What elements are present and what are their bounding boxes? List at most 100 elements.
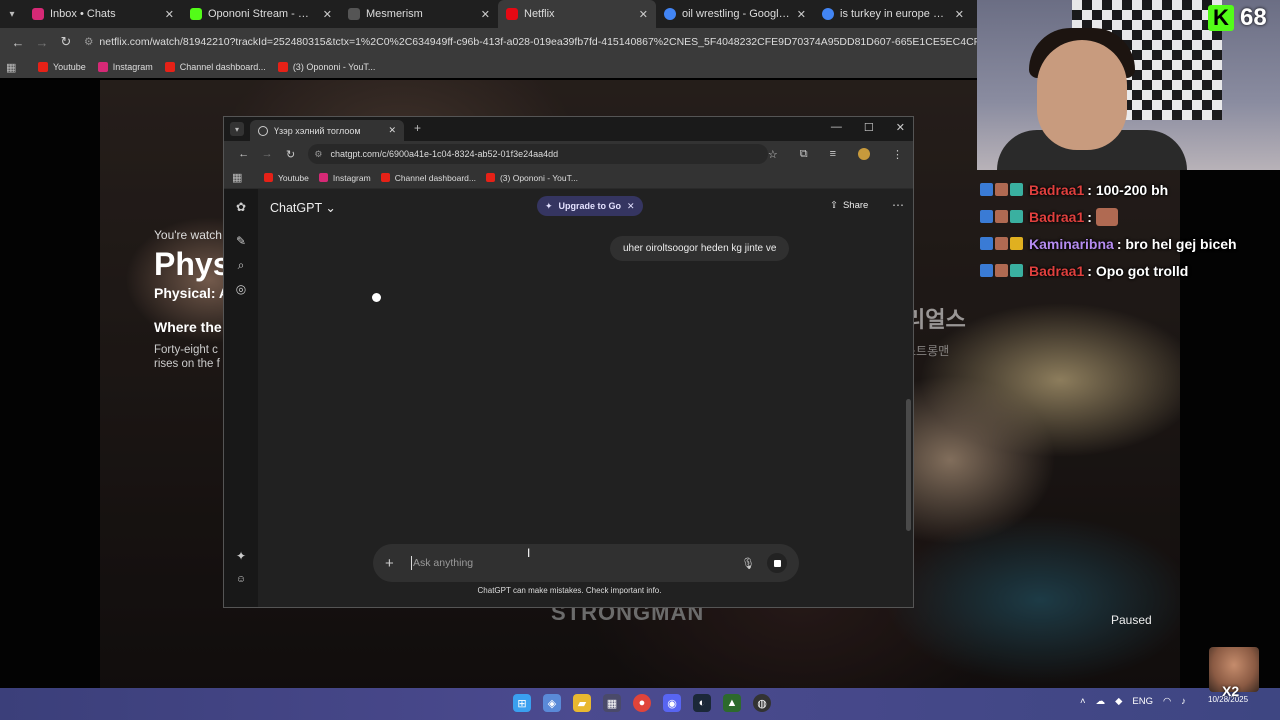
apps-grid-icon[interactable]: ▦ xyxy=(232,171,246,184)
tab-search-dropdown[interactable]: ▾ xyxy=(0,0,24,28)
close-tab-icon[interactable]: ✕ xyxy=(323,8,332,21)
upgrade-to-go-button[interactable]: ✦ Upgrade to Go ✕ xyxy=(537,196,643,216)
file-explorer-icon[interactable]: ▰ xyxy=(573,694,591,712)
start-icon[interactable]: ⊞ xyxy=(513,694,531,712)
forward-icon[interactable]: → xyxy=(255,148,278,160)
speaker-icon[interactable]: ♪ xyxy=(1181,696,1186,707)
model-selector[interactable]: ChatGPT ⌄ xyxy=(270,200,336,215)
new-tab-icon[interactable]: + xyxy=(414,121,421,135)
chat-message: Kaminaribna : bro hel gej biceh xyxy=(980,230,1280,257)
more-options-icon[interactable]: ⋯ xyxy=(892,198,904,212)
discord-icon[interactable]: ◉ xyxy=(663,694,681,712)
tab-search-dropdown[interactable]: ▾ xyxy=(230,122,244,136)
back-icon[interactable]: ← xyxy=(6,35,30,50)
close-tab-icon[interactable]: ✕ xyxy=(639,8,648,21)
taskbar-apps: ⊞ ◈ ▰ ▦ ● ◉ ◐ ▲ ◍ xyxy=(513,694,771,712)
widgets-icon[interactable]: ◈ xyxy=(543,694,561,712)
chat-text: : 100-200 bh xyxy=(1087,181,1169,198)
apps-grid-icon[interactable]: ▦ xyxy=(6,61,20,74)
microphone-icon[interactable]: 🎙 xyxy=(741,557,755,570)
stop-generating-button[interactable] xyxy=(767,553,787,573)
close-window-icon[interactable]: ✕ xyxy=(896,121,905,134)
maximize-icon[interactable]: ☐ xyxy=(864,121,874,134)
store-icon[interactable]: ▦ xyxy=(603,694,621,712)
app-icon[interactable]: ▲ xyxy=(723,694,741,712)
steam-icon[interactable]: ◐ xyxy=(693,694,711,712)
kick-icon xyxy=(190,8,202,20)
chevron-down-icon: ⌄ xyxy=(325,201,336,215)
profile-avatar[interactable] xyxy=(858,148,870,160)
wifi-icon[interactable]: ◠ xyxy=(1163,696,1171,707)
chrome-icon[interactable]: ● xyxy=(633,694,651,712)
youtube-icon xyxy=(38,62,48,72)
outer-tab-netflix[interactable]: Netflix ✕ xyxy=(498,0,656,28)
outer-tab-google-1[interactable]: oil wrestling - Google Хайлт ✕ xyxy=(656,0,814,28)
extensions-icon[interactable]: ⧉ xyxy=(800,148,808,161)
badge-icon xyxy=(980,210,993,223)
reload-icon[interactable]: ↻ xyxy=(54,34,78,50)
kick-logo-icon: K xyxy=(1208,5,1234,31)
bookmark-youtube[interactable]: Youtube xyxy=(38,62,86,72)
outer-tab-kick[interactable]: Opononi Stream - Watch Live o ✕ xyxy=(182,0,340,28)
outer-bookmarks-bar: ▦ Youtube Instagram Channel dashboard...… xyxy=(0,56,977,78)
outer-tab-mesmerism[interactable]: Mesmerism ✕ xyxy=(340,0,498,28)
back-icon[interactable]: ← xyxy=(232,148,255,160)
forward-icon[interactable]: → xyxy=(30,35,54,50)
desc-line: Forty-eight c xyxy=(154,344,218,356)
sparkle-icon[interactable]: ✦ xyxy=(234,549,248,563)
share-button[interactable]: ⇪ Share xyxy=(830,200,868,211)
outer-url-field[interactable]: ⚙ netflix.com/watch/81942210?trackId=2524… xyxy=(84,36,977,48)
tab-media-icon[interactable]: ≡ xyxy=(830,148,836,160)
url-text: chatgpt.com/c/6900a41e-1c04-8324-ab52-01… xyxy=(330,149,559,159)
scrollbar-thumb[interactable] xyxy=(906,399,911,531)
bookmark-instagram[interactable]: Instagram xyxy=(97,62,153,72)
site-icon xyxy=(348,8,360,20)
search-icon[interactable]: ⌕ xyxy=(234,258,248,272)
chat-message: Badraa1 : xyxy=(980,203,1280,230)
close-tab-icon[interactable]: ✕ xyxy=(797,8,806,21)
close-tab-icon[interactable]: ✕ xyxy=(481,8,490,21)
youtube-icon xyxy=(380,173,390,182)
outer-tab-strip: ▾ Inbox • Chats ✕ Opononi Stream - Watch… xyxy=(0,0,977,28)
bookmark-instagram[interactable]: Instagram xyxy=(318,173,371,183)
bookmark-star-icon[interactable]: ☆ xyxy=(768,148,778,161)
inner-tab-chatgpt[interactable]: Үзэр хэлний тоглоом ✕ xyxy=(250,120,404,141)
minimize-icon[interactable]: — xyxy=(831,121,842,134)
obs-icon[interactable]: ◍ xyxy=(753,694,771,712)
disclaimer-text: ChatGPT can make mistakes. Check importa… xyxy=(477,586,662,595)
site-info-icon[interactable]: ⚙ xyxy=(84,36,93,48)
emote-multiplier: X2 xyxy=(1222,683,1240,699)
menu-kebab-icon[interactable]: ⋮ xyxy=(892,148,903,161)
cloud-icon[interactable]: ☁ xyxy=(1096,696,1106,707)
close-tab-icon[interactable]: ✕ xyxy=(955,8,964,21)
bookmark-channel-dashboard[interactable]: Channel dashboard... xyxy=(164,62,266,72)
tab-title: Үзэр хэлний тоглоом xyxy=(274,125,361,136)
netflix-info-panel: You're watch Phys Physical: A Where the … xyxy=(154,228,234,371)
bookmark-youtube[interactable]: Youtube xyxy=(264,173,309,183)
shield-icon[interactable]: ◆ xyxy=(1115,696,1122,707)
close-tab-icon[interactable]: ✕ xyxy=(388,125,396,136)
bookmark-opononi[interactable]: (3) Opononi - YouT... xyxy=(485,173,578,183)
outer-tab-instagram[interactable]: Inbox • Chats ✕ xyxy=(24,0,182,28)
library-icon[interactable]: ◎ xyxy=(234,282,248,296)
chevron-up-icon[interactable]: ˄ xyxy=(1080,696,1086,707)
user-avatar[interactable]: ☺ xyxy=(234,573,248,587)
close-tab-icon[interactable]: ✕ xyxy=(165,8,174,21)
add-attachment-icon[interactable]: + xyxy=(385,555,403,572)
desc-line: rises on the f xyxy=(154,358,220,370)
bookmark-opononi[interactable]: (3) Opononi - YouT... xyxy=(277,62,375,72)
episode-title: Where the xyxy=(154,319,222,335)
prompt-input[interactable]: Ask anything xyxy=(411,556,741,570)
bookmark-channel-dashboard[interactable]: Channel dashboard... xyxy=(380,173,476,183)
language-indicator[interactable]: ENG xyxy=(1132,696,1153,707)
site-info-icon[interactable]: ⚙ xyxy=(314,149,322,160)
chat-username: Badraa1 xyxy=(1029,262,1085,279)
reload-icon[interactable]: ↻ xyxy=(279,148,302,161)
inner-url-field[interactable]: ⚙ chatgpt.com/c/6900a41e-1c04-8324-ab52-0… xyxy=(308,144,768,164)
close-icon[interactable]: ✕ xyxy=(627,201,635,212)
chatgpt-app: ✿ ✎ ⌕ ◎ ✦ ☺ ChatGPT ⌄ ✦ Upgrade to Go ✕ ⇪ S… xyxy=(224,189,913,607)
openai-logo-icon[interactable]: ✿ xyxy=(234,200,248,214)
new-chat-icon[interactable]: ✎ xyxy=(234,234,248,248)
badge-icon xyxy=(995,183,1008,196)
outer-tab-google-2[interactable]: is turkey in europe or asia - Go ✕ xyxy=(814,0,972,28)
